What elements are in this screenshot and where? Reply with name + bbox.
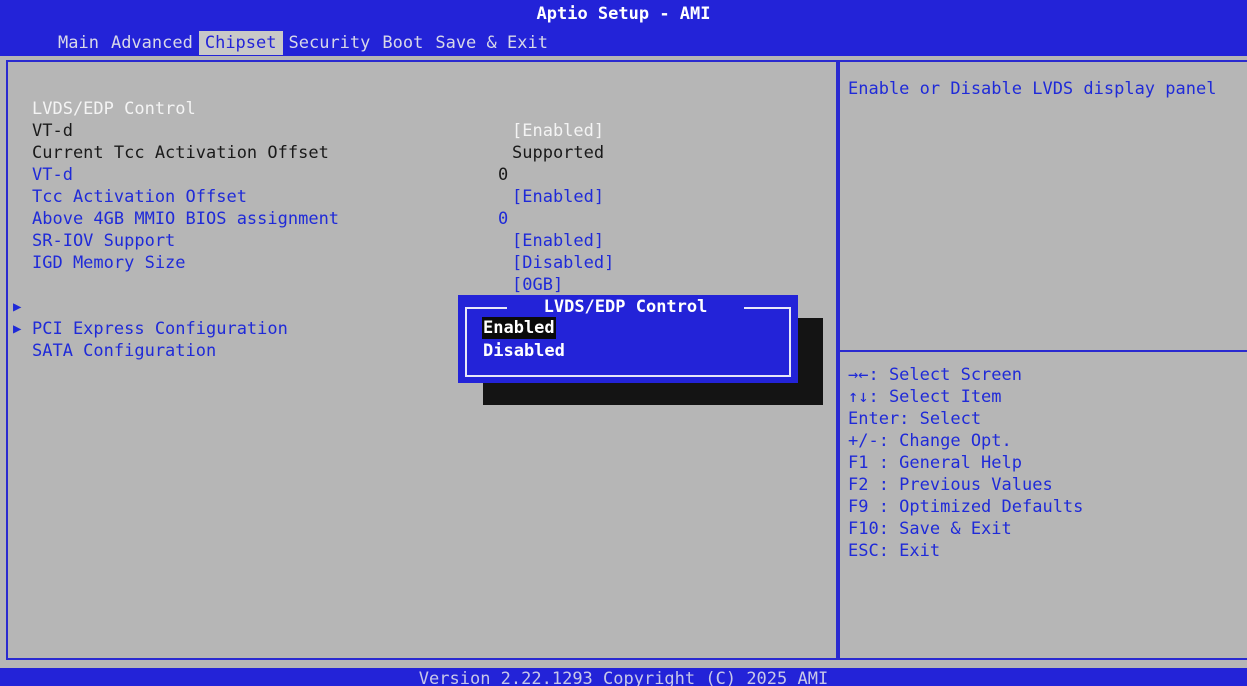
setting-row-lvds-edp-control[interactable]: LVDS/EDP Control [Enabled] <box>8 76 836 141</box>
submenu-label: PCI Express Configuration <box>32 319 288 339</box>
version-text: Version 2.22.1293 Copyright (C) 2025 AMI <box>418 669 829 686</box>
help-panel: Enable or Disable LVDS display panel →←:… <box>838 60 1247 660</box>
tab-main[interactable]: Main <box>52 31 105 55</box>
key-hint-change-opt: +/-: Change Opt. <box>848 431 1012 451</box>
key-hint-f10: F10: Save & Exit <box>848 519 1012 539</box>
key-legend: →←: Select Screen ↑↓: Select Item Enter:… <box>848 364 1243 562</box>
setting-value[interactable]: [Disabled] <box>512 252 614 274</box>
help-description: Enable or Disable LVDS display panel <box>848 79 1217 99</box>
setting-row-vt-d[interactable]: VT-d [Enabled] <box>8 142 836 207</box>
key-hint-f2: F2 : Previous Values <box>848 475 1053 495</box>
bios-screen: Aptio Setup - AMI Main Advanced Chipset … <box>0 0 1247 686</box>
setting-row-igd-memory[interactable]: IGD Memory Size [0GB] <box>8 230 836 295</box>
tab-bar: Main Advanced Chipset Security Boot Save… <box>52 31 554 55</box>
popup-title-rule <box>465 307 507 309</box>
setting-row-tcc-offset[interactable]: Tcc Activation Offset 0 <box>8 164 836 229</box>
key-hint-enter: Enter: Select <box>848 409 982 429</box>
key-hint-f9: F9 : Optimized Defaults <box>848 497 1084 517</box>
tab-chipset[interactable]: Chipset <box>198 31 283 55</box>
tab-boot[interactable]: Boot <box>376 31 429 55</box>
popup-option-disabled[interactable]: Disabled <box>482 340 566 362</box>
header-bar: Aptio Setup - AMI Main Advanced Chipset … <box>0 0 1247 56</box>
key-hint-select-item: ↑↓: Select Item <box>848 387 1002 407</box>
setting-row-sr-iov[interactable]: SR-IOV Support [Disabled] <box>8 208 836 273</box>
setting-label: IGD Memory Size <box>32 253 186 273</box>
submenu-arrow-icon: ▶ <box>13 321 22 337</box>
submenu-pci-express[interactable]: ▶ PCI Express Configuration <box>8 274 836 339</box>
setting-row-current-tcc-offset: Current Tcc Activation Offset 0 <box>8 120 836 185</box>
submenu-label: SATA Configuration <box>32 341 217 361</box>
tab-save-exit[interactable]: Save & Exit <box>429 31 554 55</box>
popup-title: LVDS/EDP Control <box>543 297 708 317</box>
help-divider <box>840 350 1247 352</box>
option-popup: LVDS/EDP Control Enabled Disabled <box>458 295 798 383</box>
setting-row-vt-d-info: VT-d Supported <box>8 98 836 163</box>
popup-title-rule <box>744 307 791 309</box>
key-hint-esc: ESC: Exit <box>848 541 941 561</box>
tab-advanced[interactable]: Advanced <box>105 31 199 55</box>
tab-security[interactable]: Security <box>283 31 377 55</box>
footer-bar: Version 2.22.1293 Copyright (C) 2025 AMI <box>0 668 1247 686</box>
key-hint-f1: F1 : General Help <box>848 453 1022 473</box>
setting-row-above-4gb-mmio[interactable]: Above 4GB MMIO BIOS assignment [Enabled] <box>8 186 836 251</box>
app-title: Aptio Setup - AMI <box>536 4 711 24</box>
popup-option-enabled[interactable]: Enabled <box>482 317 556 339</box>
key-hint-select-screen: →←: Select Screen <box>848 365 1022 385</box>
